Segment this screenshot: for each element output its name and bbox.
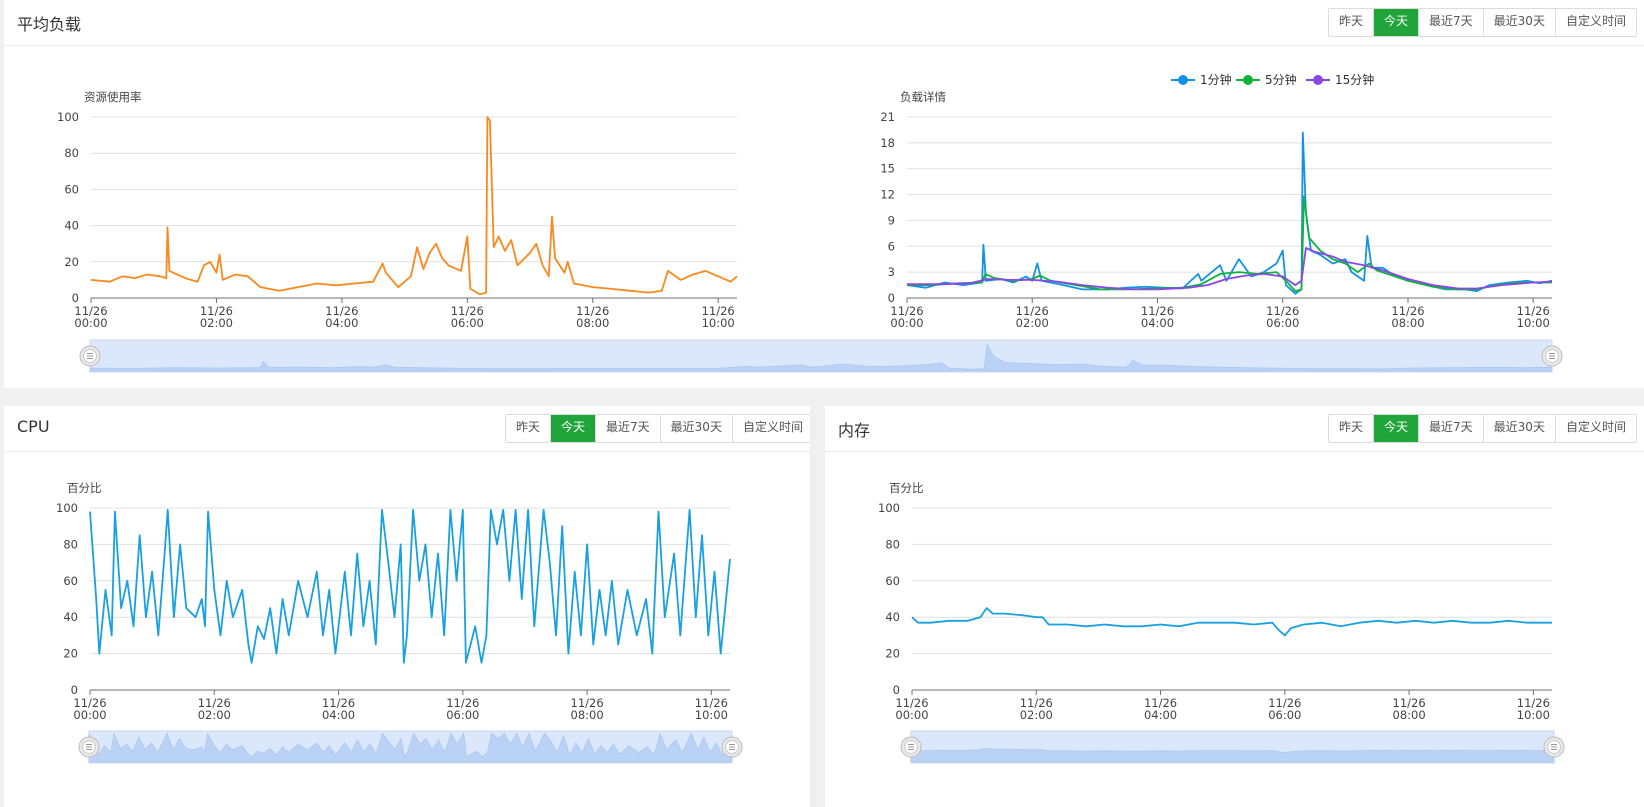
load-charts-svg: 资源使用率02040608010011/2600:0011/2602:0011/… [57,72,1563,373]
zoom-handle-right[interactable] [1543,736,1565,758]
series-line [90,116,738,296]
y-tick-label: 100 [56,501,78,515]
legend-label: 1分钟 [1200,72,1232,87]
y-tick-label: 0 [888,291,895,305]
load-usage-chart: 资源使用率02040608010011/2600:0011/2602:0011/… [57,90,738,330]
x-tick-label: 04:00 [325,316,358,330]
y-tick-label: 100 [57,110,79,124]
x-tick-label: 04:00 [1144,708,1177,722]
cpu-zoom-slider[interactable] [78,730,743,764]
series-line [89,508,731,664]
y-tick-label: 60 [64,182,79,196]
x-tick-label: 04:00 [322,708,355,722]
load-panel: 平均负载 昨天 今天 最近7天 最近30天 自定义时间 资源使用率 0 20 40 60… [4,0,1644,388]
memory-chart: 百分比02040608010011/2600:0011/2602:0011/26… [878,481,1552,722]
x-tick-label: 08:00 [576,316,609,330]
y-axis-unit-label: 百分比 [889,481,924,495]
y-tick-label: 20 [64,255,79,269]
load-zoom-slider[interactable] [79,339,1563,373]
x-tick-label: 06:00 [1266,316,1299,330]
x-tick-label: 06:00 [451,316,484,330]
x-tick-label: 08:00 [571,708,604,722]
legend-marker [1178,75,1188,85]
memory-panel: 内存 昨天 今天 最近7天 最近30天 自定义时间 百分比 0 20 40 60 80 10… [825,406,1644,807]
x-tick-label: 00:00 [895,708,928,722]
x-tick-label: 10:00 [695,708,728,722]
cpu-chart: 百分比02040608010011/2600:0011/2602:0011/26… [56,481,731,722]
y-axis-unit-label: 资源使用率 [84,90,142,104]
x-tick-label: 06:00 [1268,708,1301,722]
y-axis-unit-label: 百分比 [67,481,102,495]
x-tick-label: 00:00 [73,708,106,722]
y-tick-label: 0 [72,291,79,305]
x-tick-label: 02:00 [1016,316,1049,330]
y-tick-label: 60 [885,574,900,588]
y-tick-label: 18 [880,136,895,150]
y-tick-label: 40 [64,219,79,233]
cpu-chart-svg: 百分比02040608010011/2600:0011/2602:0011/26… [56,481,743,764]
zoom-handle-left[interactable] [79,345,101,367]
zoom-handle-left[interactable] [900,736,922,758]
x-tick-label: 10:00 [1517,708,1550,722]
y-tick-label: 20 [885,647,900,661]
y-tick-label: 15 [880,162,895,176]
zoom-handle-right[interactable] [721,736,743,758]
load-detail-chart: 负载详情03691215182111/2600:0011/2602:0011/2… [880,90,1553,330]
y-tick-label: 80 [885,537,900,551]
y-tick-label: 0 [71,683,78,697]
legend-label: 5分钟 [1265,72,1297,87]
legend-item-1min[interactable]: 1分钟 [1171,72,1232,87]
y-tick-label: 0 [893,683,900,697]
y-tick-label: 100 [878,501,900,515]
series-line [911,607,1552,637]
y-tick-label: 40 [63,610,78,624]
legend-item-15min[interactable]: 15分钟 [1306,72,1374,87]
memory-zoom-slider[interactable] [900,730,1565,764]
zoom-preview-area [910,747,1555,763]
legend-marker [1313,75,1323,85]
memory-chart-svg: 百分比02040608010011/2600:0011/2602:0011/26… [878,481,1565,764]
y-tick-label: 3 [888,265,895,279]
x-tick-label: 00:00 [890,316,923,330]
series-line-2 [907,247,1553,291]
x-tick-label: 10:00 [1517,316,1550,330]
x-tick-label: 02:00 [1020,708,1053,722]
legend-marker [1243,75,1253,85]
x-tick-label: 10:00 [702,316,735,330]
cpu-panel: CPU 昨天 今天 最近7天 最近30天 自定义时间 百分比 0 20 40 60 80 1… [4,406,810,807]
zoom-handle-left[interactable] [78,736,100,758]
series-line-0 [906,131,1553,295]
x-tick-label: 02:00 [198,708,231,722]
x-tick-label: 02:00 [200,316,233,330]
load-detail-legend[interactable]: 1分钟 5分钟 15分钟 [1171,72,1374,87]
y-tick-label: 40 [885,610,900,624]
y-tick-label: 21 [880,110,895,124]
x-tick-label: 08:00 [1391,316,1424,330]
x-tick-label: 08:00 [1393,708,1426,722]
x-tick-label: 04:00 [1141,316,1174,330]
legend-label: 15分钟 [1335,72,1374,87]
y-tick-label: 9 [888,213,895,227]
y-tick-label: 80 [63,537,78,551]
legend-item-5min[interactable]: 5分钟 [1236,72,1297,87]
y-tick-label: 20 [63,647,78,661]
zoom-handle-right[interactable] [1541,345,1563,367]
y-axis-unit-label: 负载详情 [900,90,946,104]
y-tick-label: 12 [880,188,895,202]
x-tick-label: 06:00 [446,708,479,722]
x-tick-label: 00:00 [74,316,107,330]
y-tick-label: 60 [63,574,78,588]
y-tick-label: 6 [888,239,895,253]
y-tick-label: 80 [64,146,79,160]
